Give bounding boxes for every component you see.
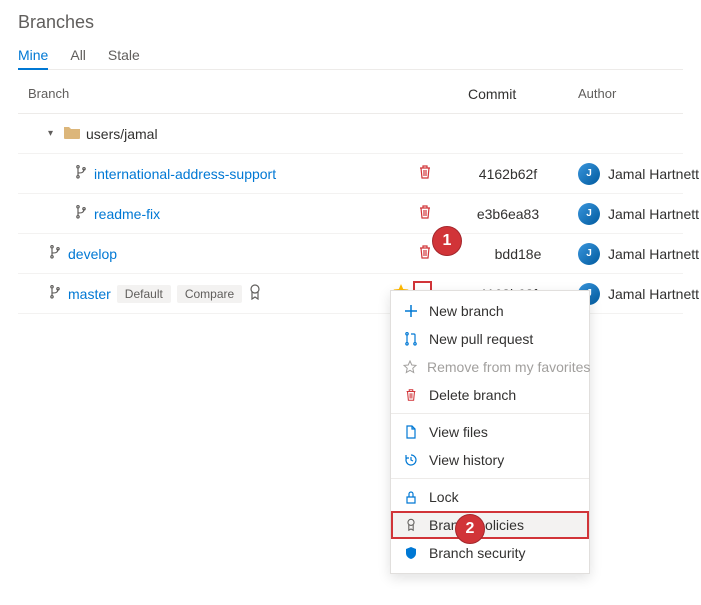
table-row[interactable]: international-address-support 4162b62f J…: [18, 154, 683, 194]
menu-label: New pull request: [429, 331, 533, 347]
branch-icon: [74, 165, 88, 182]
menu-remove-favorite: Remove from my favorites: [391, 353, 589, 381]
menu-new-pull-request[interactable]: New pull request: [391, 325, 589, 353]
tab-mine[interactable]: Mine: [18, 47, 48, 63]
pull-request-icon: [403, 332, 419, 346]
avatar: J: [578, 203, 600, 225]
menu-label: Remove from my favorites: [427, 359, 590, 375]
author-name: Jamal Hartnett: [608, 246, 699, 262]
menu-view-files[interactable]: View files: [391, 418, 589, 446]
author-name: Jamal Hartnett: [608, 166, 699, 182]
file-icon: [403, 425, 419, 439]
branch-icon: [48, 285, 62, 302]
col-author: Author: [578, 86, 701, 101]
tab-stale[interactable]: Stale: [108, 47, 140, 63]
table-row[interactable]: develop bdd18e J Jamal Hartnett: [18, 234, 683, 274]
menu-label: View files: [429, 424, 488, 440]
col-commit: Commit: [438, 86, 578, 102]
callout-2: 2: [455, 514, 485, 544]
badge-default: Default: [117, 285, 171, 303]
lock-icon: [403, 490, 419, 504]
shield-icon: [403, 546, 419, 560]
commit-hash[interactable]: 4162b62f: [438, 166, 578, 182]
tabs: Mine All Stale: [18, 47, 683, 70]
menu-view-history[interactable]: View history: [391, 446, 589, 474]
chevron-down-icon: ▾: [48, 128, 58, 139]
branch-name[interactable]: readme-fix: [94, 206, 160, 222]
page-title: Branches: [18, 12, 683, 33]
folder-icon: [64, 125, 80, 142]
menu-branch-security[interactable]: Branch security: [391, 539, 589, 567]
menu-label: New branch: [429, 303, 504, 319]
folder-name: users/jamal: [86, 126, 158, 142]
menu-delete-branch[interactable]: Delete branch: [391, 381, 589, 409]
menu-label: Lock: [429, 489, 459, 505]
ribbon-icon: [403, 518, 419, 532]
table-header: Branch Commit Author: [18, 74, 683, 114]
avatar: J: [578, 243, 600, 265]
plus-icon: [403, 304, 419, 318]
menu-label: Branch security: [429, 545, 525, 561]
trash-red-icon: [403, 388, 419, 402]
menu-label: View history: [429, 452, 504, 468]
history-icon: [403, 453, 419, 467]
context-menu: New branch New pull request Remove from …: [390, 290, 590, 574]
trash-icon[interactable]: [418, 244, 432, 263]
branch-icon: [48, 245, 62, 262]
folder-row[interactable]: ▾ users/jamal: [18, 114, 683, 154]
menu-new-branch[interactable]: New branch: [391, 297, 589, 325]
author-name: Jamal Hartnett: [608, 286, 699, 302]
menu-divider: [391, 478, 589, 479]
menu-lock[interactable]: Lock: [391, 483, 589, 511]
branch-name[interactable]: international-address-support: [94, 166, 276, 182]
avatar: J: [578, 163, 600, 185]
author-name: Jamal Hartnett: [608, 206, 699, 222]
commit-hash[interactable]: e3b6ea83: [438, 206, 578, 222]
branch-icon: [74, 205, 88, 222]
badge-compare: Compare: [177, 285, 242, 303]
col-branch: Branch: [18, 86, 398, 101]
trash-icon[interactable]: [418, 204, 432, 223]
branches-page: Branches Mine All Stale Branch Commit Au…: [0, 0, 701, 326]
menu-branch-policies[interactable]: Branch policies: [391, 511, 589, 539]
callout-1: 1: [432, 226, 462, 256]
menu-divider: [391, 413, 589, 414]
tab-all[interactable]: All: [70, 47, 86, 63]
star-outline-icon: [403, 360, 417, 374]
trash-icon[interactable]: [418, 164, 432, 183]
menu-label: Delete branch: [429, 387, 516, 403]
branch-name[interactable]: develop: [68, 246, 117, 262]
branch-name[interactable]: master: [68, 286, 111, 302]
ribbon-icon: [248, 284, 262, 303]
table-row[interactable]: readme-fix e3b6ea83 J Jamal Hartnett: [18, 194, 683, 234]
